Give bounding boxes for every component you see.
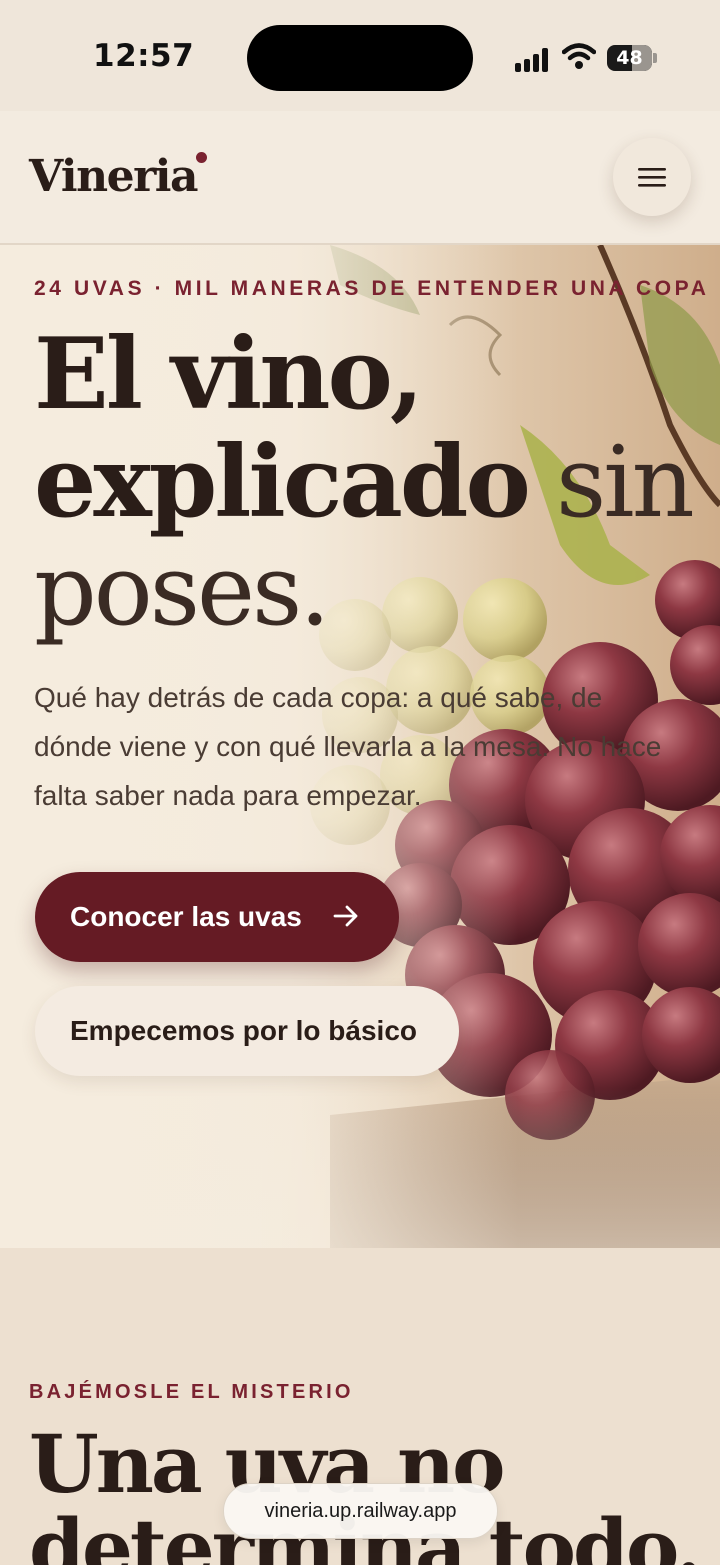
hero-eyebrow: 24 UVAS · MIL MANERAS DE ENTENDER UNA CO… [34,277,710,300]
browser-url-bar[interactable]: vineria.up.railway.app [223,1483,498,1539]
hero-title-line2: explicado sin [34,425,695,540]
dynamic-island [247,25,473,91]
empecemos-basico-button[interactable]: Empecemos por lo básico [35,986,459,1076]
logo-dot [196,152,207,163]
wifi-icon [562,43,596,69]
conocer-uvas-label: Conocer las uvas [70,901,302,932]
conocer-uvas-button[interactable]: Conocer las uvas [35,872,399,962]
status-bar: 12:57 48 [0,0,720,111]
hero-description: Qué hay detrás de cada copa: a qué sabe,… [34,682,662,811]
hero-title: El vino, explicado sin poses. [34,317,695,648]
menu-button[interactable] [613,138,691,216]
signal-icon [515,46,553,72]
battery-level: 48 [616,47,643,69]
empecemos-basico-label: Empecemos por lo básico [70,1015,417,1046]
hamburger-menu-icon [638,168,666,187]
status-time: 12:57 [93,38,195,74]
hero-title-line1: El vino, [34,317,424,432]
battery-icon: 48 [607,45,657,71]
hero-section: 24 UVAS · MIL MANERAS DE ENTENDER UNA CO… [0,245,720,1248]
arrow-right-icon [333,905,358,927]
site-header: Vineria [0,111,720,245]
section-eyebrow: BAJÉMOSLE EL MISTERIO [29,1381,354,1403]
logo[interactable]: Vineria [29,151,198,202]
hero-title-line3: poses. [34,534,330,648]
